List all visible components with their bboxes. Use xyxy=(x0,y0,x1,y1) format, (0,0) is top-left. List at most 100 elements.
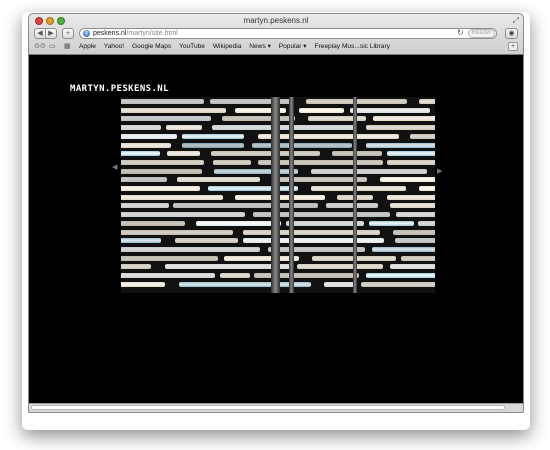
photo-tube xyxy=(121,238,162,244)
photo-tube xyxy=(121,186,200,191)
photo-tube xyxy=(121,255,219,261)
next-image-arrow[interactable]: ▶ xyxy=(437,167,442,175)
photo-tube xyxy=(243,238,384,244)
photo-tube xyxy=(121,99,204,104)
globe-icon: ◍ xyxy=(83,30,90,37)
chevron-left-icon: ◀ xyxy=(37,30,43,37)
horizontal-scrollbar[interactable] xyxy=(29,403,523,412)
url-path: /martyn/site.html xyxy=(126,30,178,37)
bookmark-menu-news[interactable]: News ▾ xyxy=(249,42,271,52)
bookmark-item-freeplay[interactable]: Freeplay Mus...sic Library xyxy=(314,42,389,52)
bookmarks-book-icon[interactable]: ▭ xyxy=(49,42,56,51)
photo-tube xyxy=(254,273,359,278)
window-title: martyn.peskens.nl xyxy=(243,16,309,25)
photo-tube xyxy=(121,168,203,174)
photo-tube xyxy=(223,255,299,261)
photo-tube xyxy=(213,159,251,165)
photo-tube xyxy=(166,125,202,131)
scrollbar-thumb[interactable] xyxy=(31,405,505,410)
photo-tube xyxy=(121,125,162,131)
photo-tube xyxy=(121,212,245,218)
photo-tube xyxy=(297,264,383,270)
photo-tube xyxy=(395,212,435,218)
photo-tube xyxy=(401,255,435,261)
photo-tube xyxy=(166,151,200,157)
photo-tube xyxy=(379,177,435,183)
bookmark-menu-popular[interactable]: Popular ▾ xyxy=(279,42,307,52)
action-button[interactable]: ◉ xyxy=(505,28,518,39)
photo-tube xyxy=(418,220,435,226)
bookmark-item-yahoo[interactable]: Yahoo! xyxy=(104,42,124,52)
photo-tube xyxy=(121,281,166,287)
photo-tube xyxy=(418,186,435,191)
photo-tube xyxy=(368,220,415,226)
forward-button[interactable]: ▶ xyxy=(45,28,57,39)
photo-tube xyxy=(222,116,295,122)
photo-tube xyxy=(349,107,431,113)
photo-tube xyxy=(121,264,152,270)
photo-tube xyxy=(365,142,435,148)
url-host: peskens.nl xyxy=(93,30,127,37)
photo-tube xyxy=(121,273,216,278)
photo-tube xyxy=(365,273,435,278)
photo-tube xyxy=(393,229,435,235)
photo-tube xyxy=(177,177,261,183)
photo-tube xyxy=(121,194,224,200)
photo-tube xyxy=(386,151,435,157)
photo-tube xyxy=(389,203,435,209)
browser-window: martyn.peskens.nl ⤢ ◀ ▶ + ◍ peskens.nl/m… xyxy=(28,13,524,413)
site-logo[interactable]: MARTYN.PESKENS.NL xyxy=(70,84,169,94)
photo-tube xyxy=(251,142,353,148)
photo-tube xyxy=(121,159,205,165)
gallery-photo-fluorescent-tubes[interactable] xyxy=(121,97,435,293)
address-bar[interactable]: ◍ peskens.nl/martyn/site.html xyxy=(79,28,497,39)
photo-tube xyxy=(210,151,320,157)
photo-tube xyxy=(386,159,435,165)
photo-tube xyxy=(243,229,380,235)
bookmarks-bar: Apple Yahoo! Google Maps YouTube Wikiped… xyxy=(79,42,396,52)
photo-tube xyxy=(121,246,261,252)
photo-tube xyxy=(220,273,251,278)
photo-tube xyxy=(372,246,435,252)
bookmark-item-wikipedia[interactable]: Wikipedia xyxy=(213,42,242,52)
top-sites-grid-icon[interactable]: ▦ xyxy=(64,42,71,51)
photo-tube xyxy=(121,177,168,183)
photo-metal-post xyxy=(271,97,280,293)
reading-list-icon[interactable]: ⊙⊙ xyxy=(34,42,46,51)
photo-tube xyxy=(121,142,171,148)
photo-tube xyxy=(360,281,435,287)
photo-tube xyxy=(332,151,383,157)
photo-tube xyxy=(121,203,169,209)
photo-tube xyxy=(307,116,367,122)
previous-image-arrow[interactable]: ◀ xyxy=(112,163,117,171)
add-bookmark-button[interactable]: + xyxy=(508,42,518,51)
photo-tube xyxy=(311,168,428,174)
photo-tube xyxy=(389,264,435,270)
photo-tube xyxy=(121,116,211,122)
photo-tube xyxy=(365,125,435,131)
reload-icon[interactable]: ↻ xyxy=(457,28,464,38)
photo-tube xyxy=(372,116,435,122)
photo-tube xyxy=(386,194,435,200)
page-content: MARTYN.PESKENS.NL ◀ ▶ xyxy=(29,55,523,406)
bookmark-item-apple[interactable]: Apple xyxy=(79,42,96,52)
bookmark-item-google-maps[interactable]: Google Maps xyxy=(132,42,171,52)
photo-tube xyxy=(173,203,319,209)
photo-tube xyxy=(121,229,233,235)
photo-tube xyxy=(235,194,326,200)
photo-tube xyxy=(210,99,294,104)
photo-metal-post xyxy=(289,97,294,293)
fullscreen-icon[interactable]: ⤢ xyxy=(513,16,519,26)
chevron-right-icon: ▶ xyxy=(48,30,54,37)
photo-tube xyxy=(121,133,177,139)
photo-tube xyxy=(121,220,185,226)
reader-button[interactable]: Reader xyxy=(468,29,495,38)
photo-tube xyxy=(174,238,238,244)
bookmark-item-youtube[interactable]: YouTube xyxy=(179,42,205,52)
photo-tube xyxy=(418,99,435,104)
photo-tube xyxy=(212,125,358,131)
photo-tube xyxy=(182,133,245,139)
photo-tube xyxy=(394,238,435,244)
photo-tube xyxy=(196,220,281,226)
new-tab-button[interactable]: + xyxy=(62,28,74,39)
